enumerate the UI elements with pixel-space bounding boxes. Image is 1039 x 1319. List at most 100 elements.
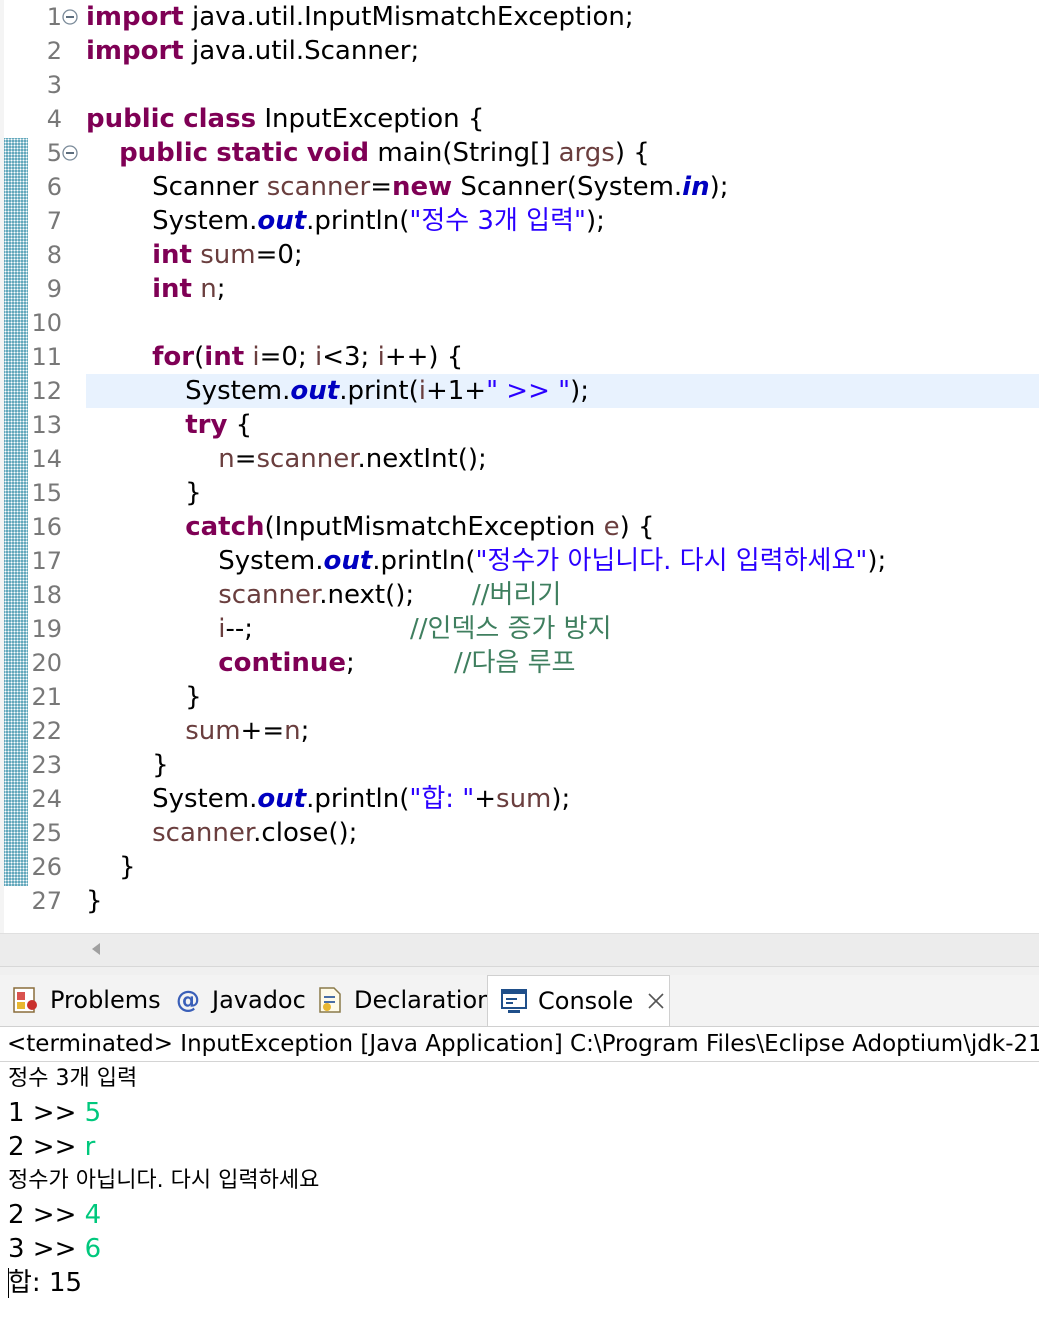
code-token: main(String[]: [369, 138, 559, 168]
line-number: 3: [46, 71, 62, 99]
code-line[interactable]: catch(InputMismatchException e) {: [86, 510, 1039, 544]
code-token: //버리기: [472, 580, 562, 610]
line-number: 20: [31, 649, 62, 677]
code-line[interactable]: }: [86, 850, 1039, 884]
code-token: "정수가 아닙니다. 다시 입력하세요": [475, 546, 868, 576]
line-number: 15: [31, 479, 62, 507]
code-line[interactable]: for(int i=0; i<3; i++) {: [86, 340, 1039, 374]
code-line[interactable]: }: [86, 884, 1039, 918]
code-editor[interactable]: 1 2 3 4 5 6 7 8 9 10 11 12 13 14 15 16 17 18 19 20 21 22 23 24 2…: [0, 0, 1039, 933]
tab-problems[interactable]: Problems: [10, 975, 161, 1025]
code-token: out: [290, 376, 340, 406]
code-line[interactable]: System.out.println("정수 3개 입력");: [86, 204, 1039, 238]
console-user-input: 6: [84, 1234, 102, 1264]
code-token: .close();: [253, 818, 358, 848]
code-line[interactable]: int n;: [86, 272, 1039, 306]
code-token: }: [86, 750, 169, 780]
code-token: in: [682, 172, 710, 202]
code-area[interactable]: import java.util.InputMismatchException;…: [86, 0, 1039, 918]
console-user-input: 5: [84, 1098, 102, 1128]
console-output-text: 1 >>: [8, 1098, 85, 1128]
code-line[interactable]: continue; //다음 루프: [86, 646, 1039, 680]
line-number: 23: [31, 751, 62, 779]
console-output-text: 2 >>: [8, 1132, 85, 1162]
code-token: =: [370, 172, 392, 202]
code-token: static: [216, 138, 299, 168]
code-token: .print(: [339, 376, 419, 406]
tab-javadoc[interactable]: @ Javadoc: [172, 975, 306, 1025]
code-token: import: [86, 36, 184, 66]
pane-divider[interactable]: [0, 966, 1039, 975]
console-line: 합: 15: [0, 1266, 1039, 1300]
code-token: {: [227, 410, 253, 440]
console-output-text: 정수 3개 입력: [8, 1066, 138, 1091]
code-line[interactable]: System.out.println("합: "+sum);: [86, 782, 1039, 816]
console-output-text: 정수가 아닙니다. 다시 입력하세요: [8, 1168, 320, 1193]
code-line[interactable]: import java.util.Scanner;: [86, 34, 1039, 68]
code-line[interactable]: }: [86, 476, 1039, 510]
code-line[interactable]: n=scanner.nextInt();: [86, 442, 1039, 476]
code-line[interactable]: import java.util.InputMismatchException;: [86, 0, 1039, 34]
code-token: );: [570, 376, 590, 406]
code-line[interactable]: sum+=n;: [86, 714, 1039, 748]
code-line[interactable]: System.out.println("정수가 아닙니다. 다시 입력하세요")…: [86, 544, 1039, 578]
code-line[interactable]: scanner.next(); //버리기: [86, 578, 1039, 612]
tab-declaration[interactable]: Declaration: [314, 975, 492, 1025]
line-number: 25: [31, 819, 62, 847]
code-line[interactable]: scanner.close();: [86, 816, 1039, 850]
code-token: out: [257, 784, 307, 814]
code-line[interactable]: }: [86, 680, 1039, 714]
line-number: 26: [31, 853, 62, 881]
code-line[interactable]: [86, 68, 1039, 102]
code-line[interactable]: System.out.print(i+1+" >> ");: [86, 374, 1039, 408]
code-token: scanner: [266, 172, 371, 202]
console-user-input: 4: [84, 1200, 102, 1230]
code-line[interactable]: i--; //인덱스 증가 방지: [86, 612, 1039, 646]
tab-label: Problems: [50, 986, 161, 1014]
line-number: 18: [31, 581, 62, 609]
code-token: java.util.Scanner;: [183, 36, 420, 66]
console-output[interactable]: 정수 3개 입력 1 >> 52 >> r 정수가 아닙니다. 다시 입력하세요 2 …: [0, 1062, 1039, 1300]
horizontal-scrollbar[interactable]: [0, 933, 1039, 966]
code-token: }: [86, 886, 103, 916]
close-icon[interactable]: [647, 992, 665, 1010]
code-token: System.: [86, 784, 258, 814]
code-token: n: [284, 716, 301, 746]
tab-label: Declaration: [354, 986, 493, 1014]
line-number: 13: [31, 411, 62, 439]
code-line[interactable]: Scanner scanner=new Scanner(System.in);: [86, 170, 1039, 204]
code-line[interactable]: public class InputException {: [86, 102, 1039, 136]
code-line[interactable]: public static void main(String[] args) {: [86, 136, 1039, 170]
tab-label: Console: [538, 987, 634, 1015]
code-token: int: [152, 240, 192, 270]
code-token: }: [86, 852, 136, 882]
fold-collapse-icon[interactable]: [62, 145, 78, 161]
code-token: System.: [86, 206, 258, 236]
text-caret: [8, 1268, 9, 1298]
scroll-left-arrow-icon[interactable]: [92, 943, 100, 955]
code-token: out: [323, 546, 373, 576]
code-token: new: [391, 172, 453, 202]
javadoc-at-icon: @: [176, 986, 200, 1014]
code-token: ;: [300, 716, 310, 746]
code-line[interactable]: int sum=0;: [86, 238, 1039, 272]
console-output-text: 합: 15: [8, 1268, 83, 1298]
code-line[interactable]: [86, 306, 1039, 340]
line-number: 14: [31, 445, 62, 473]
fold-collapse-icon[interactable]: [62, 9, 78, 25]
code-token: );: [867, 546, 887, 576]
tab-console[interactable]: Console: [487, 975, 670, 1026]
line-number: 2: [46, 37, 62, 65]
code-token: i: [377, 342, 385, 372]
code-line[interactable]: }: [86, 748, 1039, 782]
code-token: sum: [185, 716, 241, 746]
declaration-icon: [314, 984, 346, 1016]
code-token: Scanner: [86, 172, 267, 202]
code-line[interactable]: try {: [86, 408, 1039, 442]
